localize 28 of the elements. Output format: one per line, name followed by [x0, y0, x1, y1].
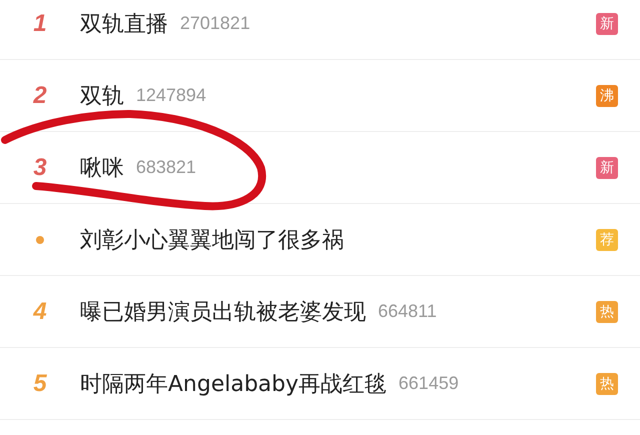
topic-title: 时隔两年Angelababy再战红毯: [80, 370, 387, 398]
heat-count: 2701821: [180, 13, 250, 34]
topic-badge: 新: [596, 12, 618, 34]
topic-title: 双轨: [80, 82, 124, 110]
hot-search-row[interactable]: 刘彰小心翼翼地闯了很多祸 荐: [0, 204, 640, 276]
heat-count: 1247894: [136, 85, 206, 106]
topic-badge: 热: [596, 372, 618, 394]
rank-number: 2: [32, 82, 48, 110]
topic-title: 啾咪: [80, 154, 124, 182]
heat-count: 664811: [378, 301, 437, 322]
hot-search-row[interactable]: 3 啾咪 683821 新: [0, 132, 640, 204]
hot-search-row[interactable]: 4 曝已婚男演员出轨被老婆发现 664811 热: [0, 276, 640, 348]
topic-badge: 荐: [596, 228, 618, 250]
topic-badge: 热: [596, 300, 618, 322]
rank-number: 4: [32, 298, 48, 326]
hot-search-row[interactable]: 1 双轨直播 2701821 新: [0, 0, 640, 60]
rank-number: 3: [32, 154, 48, 182]
topic-title: 刘彰小心翼翼地闯了很多祸: [80, 226, 344, 254]
topic-title: 曝已婚男演员出轨被老婆发现: [80, 298, 366, 326]
hot-search-row[interactable]: 2 双轨 1247894 沸: [0, 60, 640, 132]
topic-badge: 沸: [596, 84, 618, 106]
rank-number: 1: [32, 10, 48, 38]
rank-number: 5: [32, 370, 48, 398]
heat-count: 683821: [136, 157, 196, 178]
heat-count: 661459: [398, 373, 459, 394]
topic-badge: 新: [596, 156, 618, 178]
hot-search-row[interactable]: 5 时隔两年Angelababy再战红毯 661459 热: [0, 348, 640, 420]
topic-title: 双轨直播: [80, 10, 168, 38]
